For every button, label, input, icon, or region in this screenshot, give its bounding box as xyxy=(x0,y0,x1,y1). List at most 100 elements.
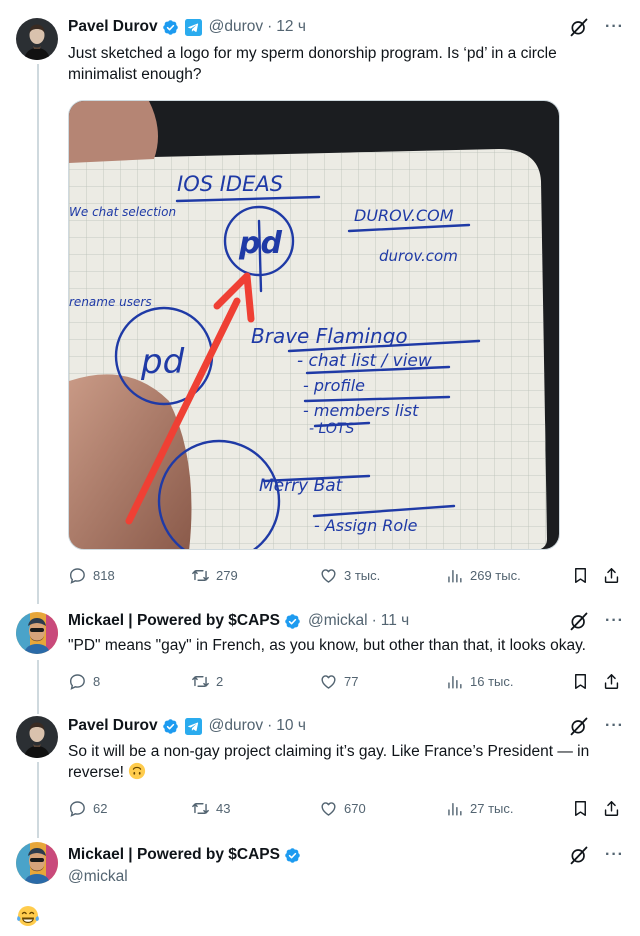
verified-icon xyxy=(162,19,179,36)
reply-button[interactable]: 62 xyxy=(68,797,107,819)
bookmark-icon xyxy=(571,566,590,585)
avatar[interactable] xyxy=(16,18,58,60)
share-icon xyxy=(602,672,621,691)
more-icon[interactable]: ··· xyxy=(605,613,624,629)
more-icon[interactable]: ··· xyxy=(605,718,624,734)
bookmark-icon xyxy=(571,799,590,818)
author-handle[interactable]: @durov xyxy=(209,18,264,36)
like-icon xyxy=(319,566,338,585)
views-icon xyxy=(445,566,464,585)
timestamp[interactable]: 12 ч xyxy=(276,18,306,36)
sketch-line: - profile xyxy=(303,376,365,395)
avatar[interactable] xyxy=(16,612,58,654)
face-with-tears-of-joy-icon xyxy=(16,904,40,928)
share-icon xyxy=(602,799,621,818)
repost-icon xyxy=(191,566,210,585)
tweet-text: Just sketched a logo for my sperm donors… xyxy=(68,45,557,83)
repost-button[interactable]: 2 xyxy=(191,670,223,692)
views-icon xyxy=(445,799,464,818)
grok-icon[interactable] xyxy=(569,17,589,37)
author-handle[interactable]: @durov xyxy=(209,717,264,735)
repost-button[interactable]: 43 xyxy=(191,797,230,819)
more-icon[interactable]: ··· xyxy=(605,847,624,863)
views-button[interactable]: 27 тыс. xyxy=(445,797,513,819)
telegram-icon xyxy=(185,19,202,36)
tweet-photo[interactable]: IOS IDEAS DUROV.COM durov.com Brave Flam… xyxy=(68,100,560,550)
sketch-line: - members list xyxy=(303,401,419,420)
verified-icon xyxy=(162,718,179,735)
reply-post[interactable]: Mickael | Powered by $CAPS ··· @mickal xyxy=(0,836,640,936)
sketch-logo: pd xyxy=(238,226,282,261)
sketch-logo: pd xyxy=(140,342,185,382)
author-name[interactable]: Pavel Durov xyxy=(68,717,158,735)
reply-count: 62 xyxy=(93,800,108,816)
reply-count: 8 xyxy=(93,673,101,689)
repost-count: 2 xyxy=(216,673,224,689)
tweet-text: So it will be a non-gay project claiming… xyxy=(68,741,624,783)
like-count: 77 xyxy=(344,673,359,689)
separator-dot: · xyxy=(371,612,377,629)
views-button[interactable]: 16 тыс. xyxy=(445,670,513,692)
views-count: 269 тыс. xyxy=(470,567,521,583)
verified-icon xyxy=(284,613,301,630)
separator-dot: · xyxy=(267,717,273,734)
repost-icon xyxy=(191,672,210,691)
share-icon xyxy=(602,566,621,585)
like-count: 3 тыс. xyxy=(344,567,381,583)
sketch-line: - LOTS xyxy=(309,421,354,437)
author-handle[interactable]: @mickal xyxy=(68,866,624,887)
reply-icon xyxy=(68,672,87,691)
reply-button[interactable]: 818 xyxy=(68,564,115,586)
author-name[interactable]: Mickael | Powered by $CAPS xyxy=(68,612,280,630)
tweet[interactable]: Pavel Durov @durov · 10 ч ··· So it will… xyxy=(0,708,640,836)
like-button[interactable]: 670 xyxy=(319,797,366,819)
sketch-line: We chat selection xyxy=(69,205,176,219)
share-button[interactable] xyxy=(602,797,621,819)
sketch-line: Merry Bat xyxy=(259,476,344,496)
repost-count: 43 xyxy=(216,800,231,816)
bookmark-icon xyxy=(571,672,590,691)
avatar[interactable] xyxy=(16,716,58,758)
grok-icon[interactable] xyxy=(569,845,589,865)
bookmark-button[interactable] xyxy=(571,797,590,819)
views-count: 16 тыс. xyxy=(470,673,514,689)
verified-icon xyxy=(284,847,301,864)
share-button[interactable] xyxy=(602,670,621,692)
repost-button[interactable]: 279 xyxy=(191,564,238,586)
views-button[interactable]: 269 тыс. xyxy=(445,564,521,586)
repost-count: 279 xyxy=(216,567,238,583)
avatar[interactable] xyxy=(16,842,58,884)
like-icon xyxy=(319,672,338,691)
sketch-line: Brave Flamingo xyxy=(251,324,408,348)
share-button[interactable] xyxy=(602,564,621,586)
author-name[interactable]: Pavel Durov xyxy=(68,18,158,36)
sketch-line: - chat list / view xyxy=(297,351,432,371)
grok-icon[interactable] xyxy=(569,716,589,736)
upside-down-face-icon xyxy=(128,762,146,780)
sketch-line: rename users xyxy=(69,295,152,309)
like-icon xyxy=(319,799,338,818)
reply-icon xyxy=(68,799,87,818)
grok-icon[interactable] xyxy=(569,611,589,631)
sketch-title: IOS IDEAS xyxy=(177,172,283,196)
timestamp[interactable]: 11 ч xyxy=(381,612,409,630)
like-count: 670 xyxy=(344,800,366,816)
bookmark-button[interactable] xyxy=(571,670,590,692)
author-handle[interactable]: @mickal xyxy=(308,612,368,630)
sketch-line: durov.com xyxy=(379,247,458,265)
reply-icon xyxy=(68,566,87,585)
sketch-line: DUROV.COM xyxy=(354,206,454,225)
tweet[interactable]: Mickael | Powered by $CAPS @mickal · 11 … xyxy=(0,600,640,708)
sketch-line: - Assign Role xyxy=(314,516,418,535)
like-button[interactable]: 77 xyxy=(319,670,358,692)
reply-button[interactable]: 8 xyxy=(68,670,100,692)
more-icon[interactable]: ··· xyxy=(605,19,624,35)
author-name[interactable]: Mickael | Powered by $CAPS xyxy=(68,846,280,864)
views-count: 27 тыс. xyxy=(470,800,514,816)
reply-count: 818 xyxy=(93,567,115,583)
telegram-icon xyxy=(185,718,202,735)
timestamp[interactable]: 10 ч xyxy=(276,717,306,735)
like-button[interactable]: 3 тыс. xyxy=(319,564,380,586)
bookmark-button[interactable] xyxy=(571,564,590,586)
tweet[interactable]: Pavel Durov @durov · 12 ч ··· Just sketc… xyxy=(0,0,640,600)
